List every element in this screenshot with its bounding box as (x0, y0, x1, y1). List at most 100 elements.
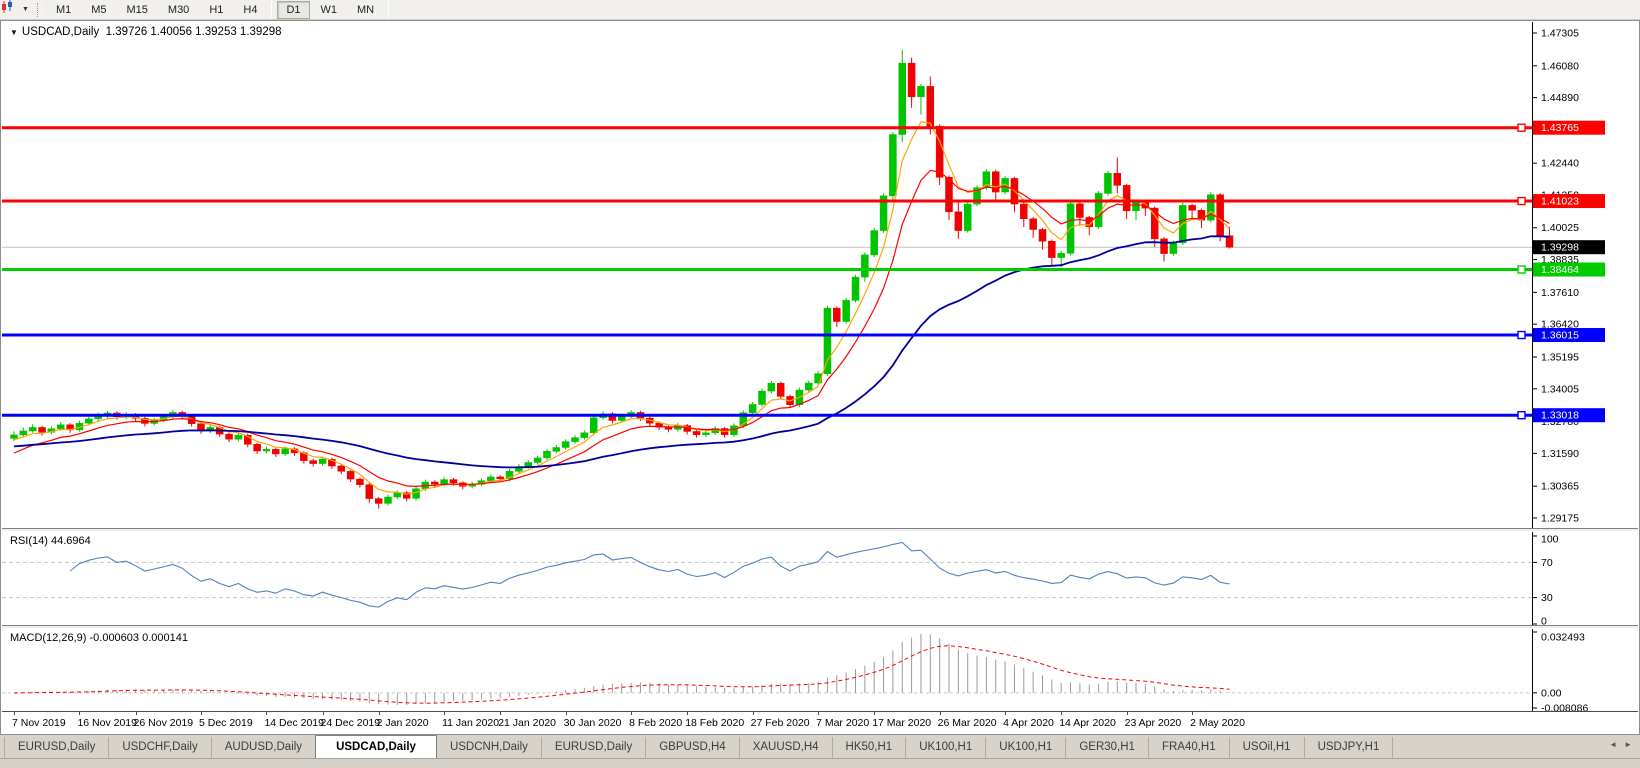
date-tick (444, 712, 445, 715)
date-label: 14 Dec 2019 (264, 717, 324, 729)
date-tick (136, 712, 137, 715)
svg-text:1.43765: 1.43765 (1541, 122, 1579, 134)
date-tick (1192, 712, 1193, 715)
date-tick (818, 712, 819, 715)
tab-uk100-h1[interactable]: UK100,H1 (906, 737, 986, 758)
tab-ger30-h1[interactable]: GER30,H1 (1066, 737, 1149, 758)
date-label: 7 Nov 2019 (12, 717, 66, 729)
chart-tab-bar: EURUSD,DailyUSDCHF,DailyAUDUSD,DailyUSDC… (0, 735, 1640, 758)
timeframe-m5-button[interactable]: M5 (82, 1, 115, 19)
rsi-canvas[interactable]: 10070300 (2, 532, 1640, 625)
svg-text:1.42440: 1.42440 (1541, 158, 1579, 170)
tab-uk100-h1[interactable]: UK100,H1 (986, 737, 1066, 758)
rsi-value: 44.6964 (51, 535, 91, 547)
timeframe-m30-button[interactable]: M30 (159, 1, 198, 19)
date-tick (201, 712, 202, 715)
timeframe-h4-button[interactable]: H4 (234, 1, 266, 19)
tab-usoil-h1[interactable]: USOil,H1 (1230, 737, 1305, 758)
date-label: 7 Mar 2020 (816, 717, 869, 729)
svg-text:1.39298: 1.39298 (1541, 242, 1579, 254)
tab-eurusd-daily[interactable]: EURUSD,Daily (4, 737, 109, 758)
timeframe-m15-button[interactable]: M15 (118, 1, 157, 19)
svg-text:1.46080: 1.46080 (1541, 60, 1579, 72)
date-tick (753, 712, 754, 715)
timeframe-mn-button[interactable]: MN (348, 1, 383, 19)
toolbar-separator (388, 2, 389, 18)
date-label: 17 Mar 2020 (872, 717, 931, 729)
macd-label: MACD(12,26,9) -0.000603 0.000141 (10, 632, 188, 644)
chart-window: ▼ USDCAD,Daily 1.39726 1.40056 1.39253 1.… (0, 20, 1640, 735)
svg-text:1.33018: 1.33018 (1541, 410, 1579, 422)
chart-title: ▼ USDCAD,Daily 1.39726 1.40056 1.39253 1.… (10, 26, 282, 38)
date-tick (323, 712, 324, 715)
date-label: 30 Jan 2020 (564, 717, 622, 729)
macd-indicator-pane[interactable]: MACD(12,26,9) -0.000603 0.000141 0.03249… (2, 629, 1638, 711)
svg-text:1.41023: 1.41023 (1541, 196, 1579, 208)
date-label: 27 Feb 2020 (751, 717, 810, 729)
date-label: 21 Jan 2020 (498, 717, 556, 729)
timeframe-d1-button[interactable]: D1 (277, 1, 309, 19)
date-tick (1127, 712, 1128, 715)
tab-gbpusd-h4[interactable]: GBPUSD,H4 (646, 737, 739, 758)
svg-text:0.032493: 0.032493 (1541, 632, 1585, 644)
main-chart-canvas[interactable]: 1.473051.460801.448901.436651.424401.412… (2, 22, 1640, 528)
svg-text:1.38464: 1.38464 (1541, 264, 1579, 276)
date-label: 16 Nov 2019 (77, 717, 137, 729)
svg-text:1.34005: 1.34005 (1541, 383, 1579, 395)
svg-text:30: 30 (1541, 592, 1553, 604)
date-label: 18 Feb 2020 (685, 717, 744, 729)
date-tick (379, 712, 380, 715)
toolbar-grip[interactable] (37, 3, 42, 17)
date-axis[interactable]: 7 Nov 2019 16 Nov 201926 Nov 2019 5 Dec 20… (2, 711, 1638, 734)
svg-text:0: 0 (1541, 616, 1547, 626)
tab-scroll-left-icon[interactable]: ◄ (1609, 740, 1617, 749)
date-label: 14 Apr 2020 (1059, 717, 1116, 729)
timeframe-button-group: M1M5M15M30H1H4 D1W1MN (46, 1, 393, 19)
timeframe-m1-button[interactable]: M1 (47, 1, 80, 19)
date-tick (566, 712, 567, 715)
tab-usdcnh-daily[interactable]: USDCNH,Daily (437, 737, 542, 758)
chart-symbol-label: USDCAD,Daily (22, 26, 99, 38)
tab-scroll-right-icon[interactable]: ► (1624, 740, 1632, 749)
svg-text:1.47305: 1.47305 (1541, 28, 1579, 40)
date-tick (79, 712, 80, 715)
svg-text:1.30365: 1.30365 (1541, 481, 1579, 493)
tab-usdjpy-h1[interactable]: USDJPY,H1 (1305, 737, 1394, 758)
tab-audusd-daily[interactable]: AUDUSD,Daily (212, 737, 316, 758)
timeframe-h1-button[interactable]: H1 (200, 1, 232, 19)
timeframe-w1-button[interactable]: W1 (312, 1, 347, 19)
macd-values: -0.000603 0.000141 (89, 632, 187, 644)
date-label: 2 May 2020 (1190, 717, 1245, 729)
chart-type-dropdown-caret-icon[interactable]: ▼ (21, 6, 33, 13)
date-tick (266, 712, 267, 715)
date-tick (14, 712, 15, 715)
tab-eurusd-daily[interactable]: EURUSD,Daily (542, 737, 646, 758)
rsi-indicator-pane[interactable]: RSI(14) 44.6964 10070300 (2, 532, 1638, 625)
date-tick (940, 712, 941, 715)
svg-text:100: 100 (1541, 534, 1559, 546)
main-chart-pane[interactable]: ▼ USDCAD,Daily 1.39726 1.40056 1.39253 1.… (2, 22, 1638, 528)
date-label: 23 Apr 2020 (1125, 717, 1182, 729)
chart-collapse-caret-icon[interactable]: ▼ (10, 28, 18, 37)
date-label: 26 Nov 2019 (134, 717, 194, 729)
top-toolbar: ▼ M1M5M15M30H1H4 D1W1MN (0, 0, 1640, 20)
rsi-name: RSI(14) (10, 535, 48, 547)
date-label: 5 Dec 2019 (199, 717, 253, 729)
date-tick (687, 712, 688, 715)
svg-text:1.29175: 1.29175 (1541, 513, 1579, 525)
candlestick-chart-icon[interactable] (3, 2, 21, 18)
tab-xauusd-h4[interactable]: XAUUSD,H4 (740, 737, 833, 758)
macd-canvas[interactable]: 0.0324930.00-0.008086 (2, 629, 1640, 711)
tab-usdchf-daily[interactable]: USDCHF,Daily (109, 737, 211, 758)
chart-ohlc-values: 1.39726 1.40056 1.39253 1.39298 (106, 26, 282, 38)
date-tick (1061, 712, 1062, 715)
tab-fra40-h1[interactable]: FRA40,H1 (1149, 737, 1230, 758)
tab-hk50-h1[interactable]: HK50,H1 (833, 737, 907, 758)
date-label: 2 Jan 2020 (377, 717, 429, 729)
svg-text:1.31590: 1.31590 (1541, 448, 1579, 460)
tab-usdcad-daily[interactable]: USDCAD,Daily (315, 735, 437, 758)
date-label: 26 Mar 2020 (938, 717, 997, 729)
toolbar-separator (271, 2, 272, 18)
svg-text:1.44890: 1.44890 (1541, 92, 1579, 104)
date-label: 4 Apr 2020 (1003, 717, 1054, 729)
